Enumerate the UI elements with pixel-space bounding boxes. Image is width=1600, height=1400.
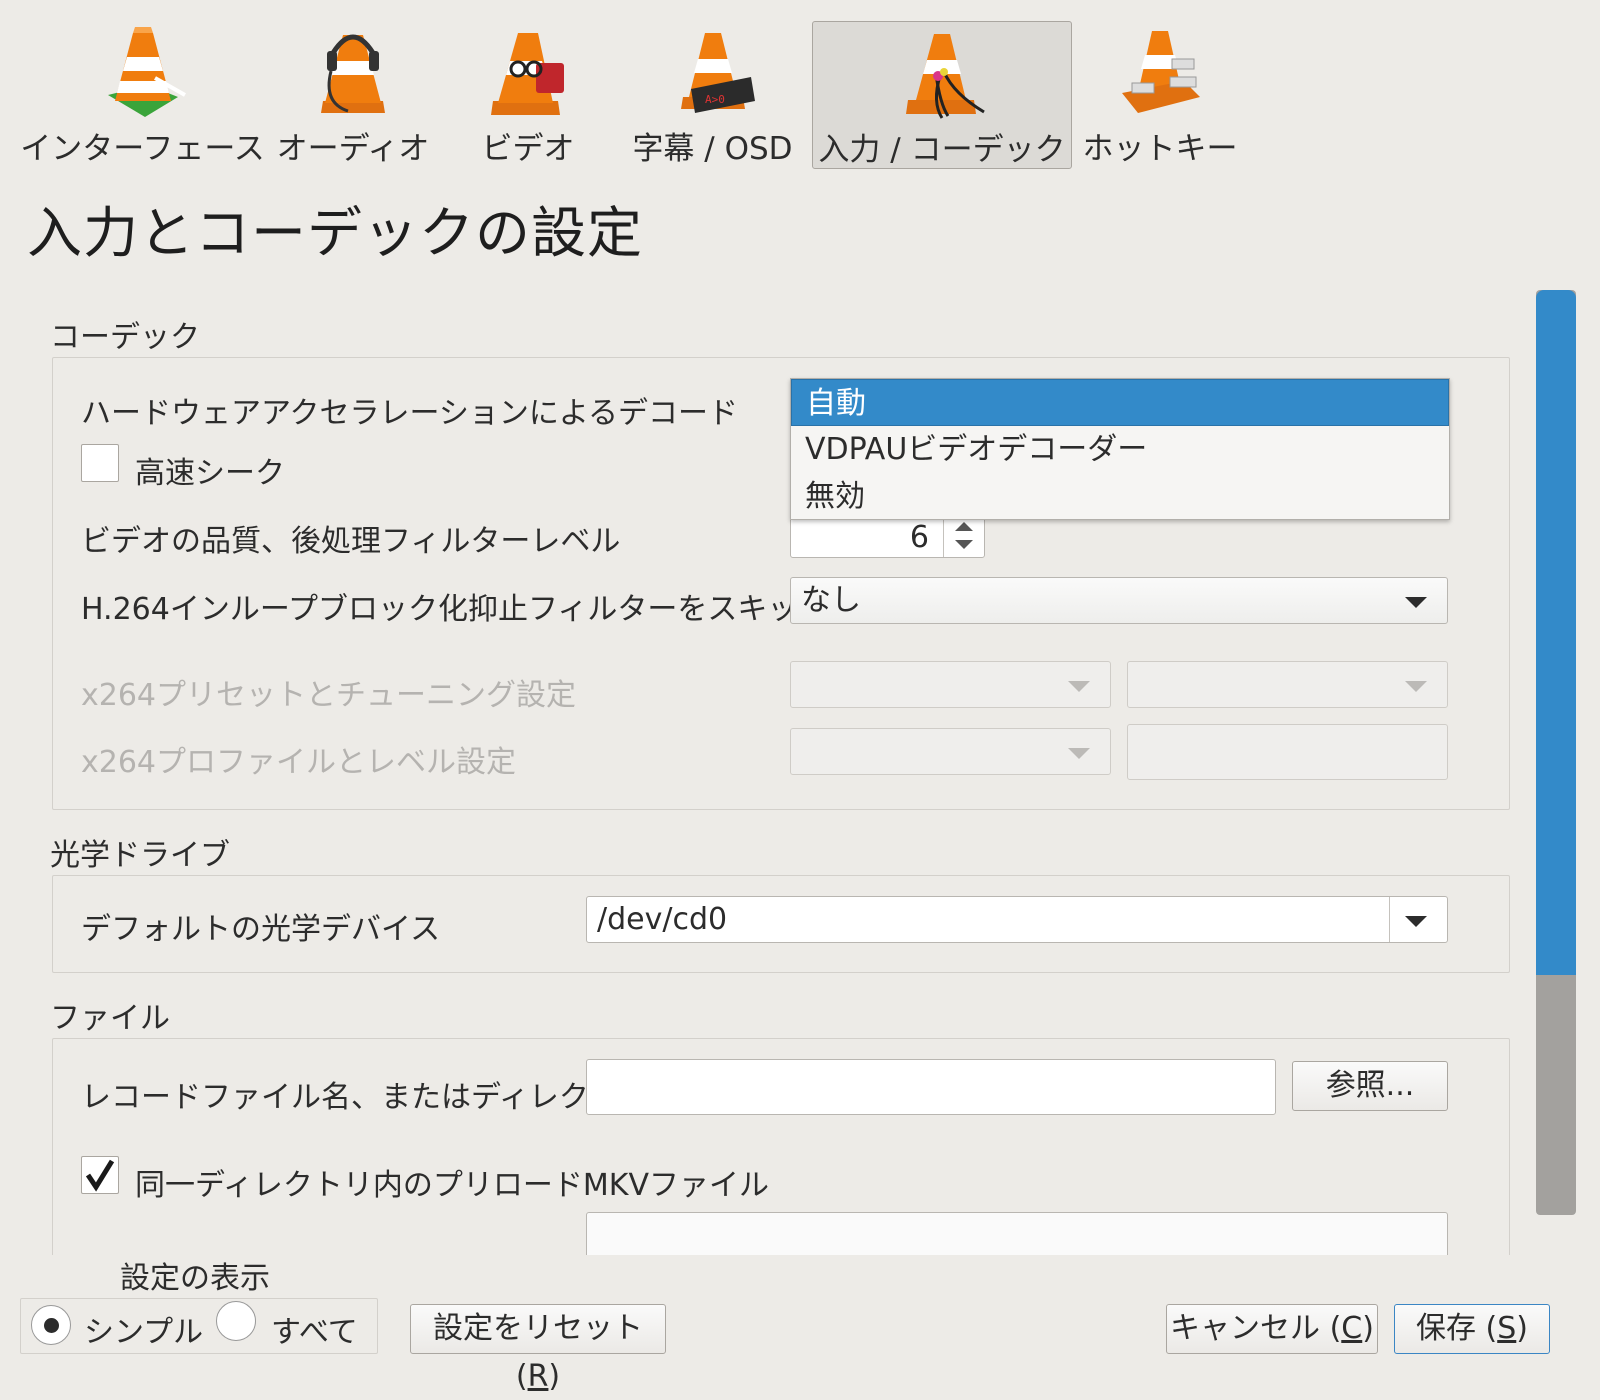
category-interface[interactable]: インターフェース bbox=[20, 21, 265, 169]
category-subtitles-osd[interactable]: A>0 字幕 / OSD bbox=[625, 21, 800, 169]
interface-cone-icon bbox=[107, 27, 186, 117]
save-button[interactable]: 保存 (S) bbox=[1394, 1304, 1550, 1354]
x264-preset-select[interactable] bbox=[790, 661, 1111, 708]
spin-down-icon[interactable] bbox=[955, 540, 973, 549]
optical-device-label: デフォルトの光学デバイス bbox=[81, 912, 441, 947]
category-input-codecs[interactable]: 入力 / コーデック bbox=[812, 21, 1072, 169]
category-hotkeys[interactable]: ホットキー bbox=[1083, 21, 1238, 169]
reset-close-paren: ) bbox=[548, 1359, 561, 1394]
section-title-optical: 光学ドライブ bbox=[50, 838, 230, 873]
pp-quality-spinbox[interactable]: 6 bbox=[790, 516, 985, 558]
category-label: インターフェース bbox=[20, 131, 265, 167]
reset-preferences-button[interactable]: 設定をリセット (R) bbox=[410, 1304, 666, 1394]
reset-mnemonic: R bbox=[527, 1359, 549, 1394]
spinbox-separator bbox=[943, 517, 944, 557]
save-close-paren: ) bbox=[1516, 1311, 1528, 1346]
optical-device-combo[interactable]: /dev/cd0 bbox=[586, 896, 1448, 943]
simple-radio-label: シンプル bbox=[84, 1315, 204, 1350]
chevron-down-icon bbox=[1405, 681, 1427, 692]
simple-radio[interactable] bbox=[31, 1305, 71, 1345]
preferences-category-toolbar: インターフェース オーディオ ビデオ A>0 字幕 / OSD 入力 / コーデ… bbox=[0, 0, 1600, 175]
record-path-input[interactable] bbox=[586, 1059, 1276, 1115]
combo-separator bbox=[1389, 897, 1390, 942]
vertical-scrollbar[interactable] bbox=[1536, 290, 1576, 1215]
hw-decode-dropdown-popup: 自動 VDPAUビデオデコーダー 無効 bbox=[790, 378, 1450, 520]
record-path-label: レコードファイル名、またはディレクトリ bbox=[81, 1080, 649, 1115]
audio-headphones-cone-icon bbox=[321, 34, 385, 113]
chevron-down-icon bbox=[1068, 748, 1090, 759]
category-label: ビデオ bbox=[481, 131, 575, 167]
hw-decode-option-disabled[interactable]: 無効 bbox=[791, 473, 1449, 520]
svg-text:A>0: A>0 bbox=[705, 93, 725, 106]
spin-up-icon[interactable] bbox=[955, 522, 973, 531]
chevron-down-icon[interactable] bbox=[1405, 916, 1427, 927]
category-audio[interactable]: オーディオ bbox=[276, 21, 430, 169]
chevron-down-icon bbox=[1405, 597, 1427, 608]
pp-quality-value: 6 bbox=[909, 520, 929, 555]
all-radio-label: すべて bbox=[271, 1315, 358, 1350]
section-title-files: ファイル bbox=[50, 1001, 170, 1036]
save-label: 保存 ( bbox=[1415, 1311, 1498, 1346]
hw-decode-option-auto[interactable]: 自動 bbox=[791, 379, 1449, 426]
cancel-button[interactable]: キャンセル (C) bbox=[1166, 1304, 1378, 1354]
category-label: 字幕 / OSD bbox=[632, 131, 793, 167]
scrollbar-thumb[interactable] bbox=[1536, 290, 1576, 975]
preload-mkv-label: 同一ディレクトリ内のプリロードMKVファイル bbox=[135, 1168, 769, 1203]
radio-selected-dot bbox=[44, 1318, 59, 1333]
fast-seek-checkbox[interactable] bbox=[81, 444, 119, 482]
hotkeys-cone-icon bbox=[1122, 31, 1200, 113]
checkmark-icon bbox=[85, 1159, 115, 1192]
category-label: ホットキー bbox=[1082, 131, 1238, 167]
hw-decode-option-vdpau[interactable]: VDPAUビデオデコーダー bbox=[791, 426, 1449, 473]
chevron-down-icon bbox=[1068, 681, 1090, 692]
cancel-mnemonic: C bbox=[1341, 1311, 1363, 1346]
skip-loop-filter-label: H.264インループブロック化抑止フィルターをスキップ bbox=[81, 592, 828, 627]
skip-loop-filter-value: なし bbox=[801, 583, 861, 618]
x264-profile-label: x264プロファイルとレベル設定 bbox=[81, 745, 517, 780]
next-row-combo-clipped[interactable] bbox=[586, 1212, 1448, 1255]
category-label: オーディオ bbox=[276, 131, 430, 167]
fast-seek-label: 高速シーク bbox=[135, 456, 285, 491]
x264-preset-label: x264プリセットとチューニング設定 bbox=[81, 678, 577, 713]
category-label: 入力 / コーデック bbox=[818, 132, 1066, 168]
preload-mkv-checkbox[interactable] bbox=[81, 1156, 119, 1194]
save-mnemonic: S bbox=[1497, 1311, 1517, 1346]
cancel-label: キャンセル ( bbox=[1170, 1311, 1342, 1346]
all-radio[interactable] bbox=[216, 1301, 256, 1341]
x264-profile-select[interactable] bbox=[790, 728, 1111, 775]
show-settings-title: 設定の表示 bbox=[120, 1261, 270, 1296]
input-codecs-cone-icon bbox=[906, 34, 985, 119]
category-video[interactable]: ビデオ bbox=[468, 21, 588, 169]
x264-level-input[interactable] bbox=[1127, 724, 1448, 780]
video-cone-icon bbox=[491, 33, 564, 115]
subtitles-cone-icon: A>0 bbox=[680, 33, 755, 113]
skip-loop-filter-select[interactable]: なし bbox=[790, 577, 1448, 624]
optical-device-value: /dev/cd0 bbox=[597, 902, 728, 937]
browse-button[interactable]: 参照... bbox=[1292, 1061, 1448, 1111]
section-title-codecs: コーデック bbox=[50, 320, 200, 355]
show-settings-group: シンプル すべて bbox=[20, 1298, 378, 1354]
pp-quality-label: ビデオの品質、後処理フィルターレベル bbox=[81, 524, 621, 559]
hw-decode-label: ハードウェアアクセラレーションによるデコード bbox=[81, 396, 738, 431]
cancel-close-paren: ) bbox=[1362, 1311, 1374, 1346]
page-title: 入力とコーデックの設定 bbox=[27, 201, 644, 265]
x264-tune-select[interactable] bbox=[1127, 661, 1448, 708]
